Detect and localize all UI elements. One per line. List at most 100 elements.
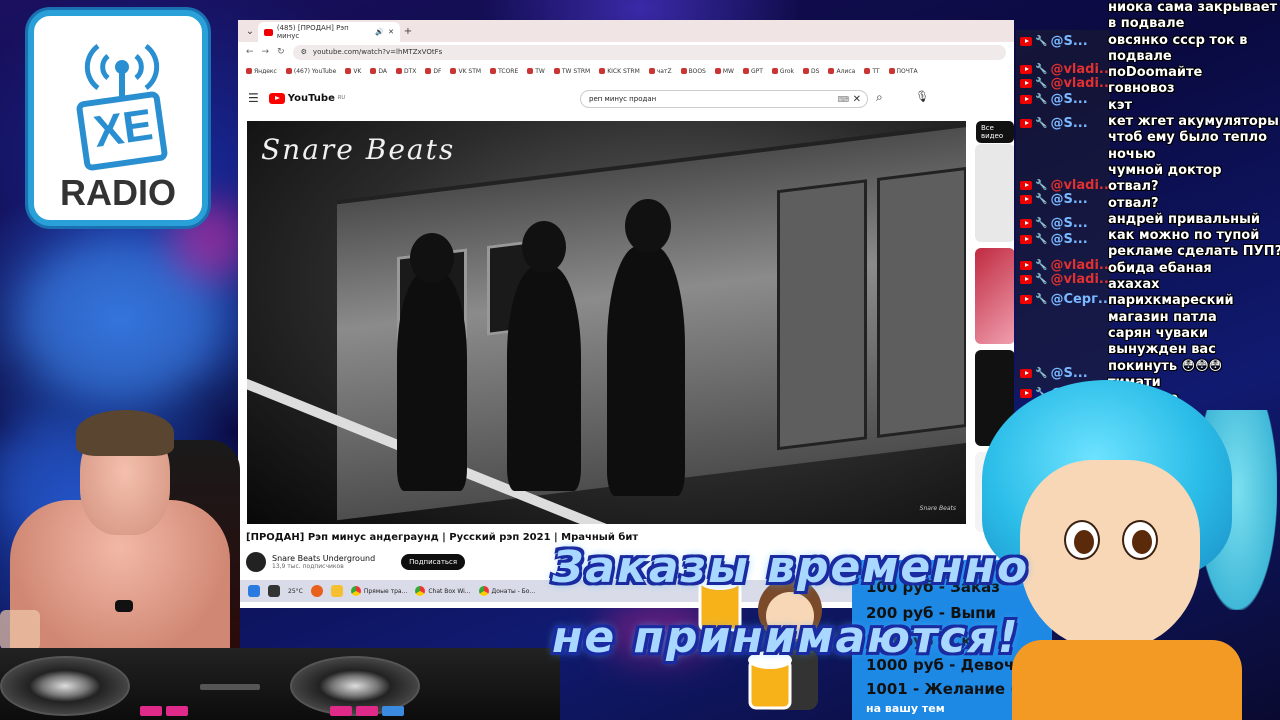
chat-author: 🔧 @vladi... [1020, 76, 1114, 91]
channel-name[interactable]: Snare Beats Underground [272, 554, 375, 563]
wrench-icon: 🔧 [1035, 274, 1048, 285]
youtube-play-icon [268, 92, 285, 104]
chat-author: 🔧 @vladi... [1020, 178, 1114, 193]
bookmark-item[interactable]: Grok [771, 68, 794, 75]
bookmark-icon [680, 68, 687, 74]
channel-row: Snare Beats Underground 13,9 тыс. подпис… [246, 552, 466, 572]
browser-window: ⌄ (485) [ПРОДАН] Рэп минус 🔊 ✕ + ← → ↻ ⚙… [238, 20, 1014, 608]
youtube-logo[interactable]: YouTube RU [268, 92, 345, 104]
bookmark-icon [828, 68, 835, 74]
bookmark-item[interactable]: DS [803, 68, 819, 75]
bookmark-item[interactable]: TW [527, 68, 545, 75]
chat-message: покинуть 😳😳😳 [1108, 358, 1223, 374]
bookmarks-bar: Яндекс (467) YouTube VK DA DTX DF VK STM TCORE T… [238, 62, 1014, 80]
bookmark-item[interactable]: MW [714, 68, 734, 75]
bookmark-item[interactable]: чатZ [648, 68, 672, 75]
recommended-thumbnail[interactable] [975, 144, 1014, 242]
bookmark-icon [527, 68, 534, 74]
speaker-icon[interactable]: 🔊 [375, 28, 384, 36]
new-tab-icon[interactable]: + [400, 22, 416, 42]
site-info-icon[interactable]: ⚙ [301, 48, 307, 56]
youtube-favicon-icon [264, 28, 273, 36]
chat-message: подвале [1108, 48, 1172, 64]
clear-search-icon[interactable]: ✕ [853, 94, 861, 105]
youtube-wordmark: YouTube [287, 92, 335, 104]
wrench-icon: 🔧 [1035, 36, 1048, 47]
chat-message: говновоз [1108, 81, 1175, 97]
bookmark-item[interactable]: KICK STRM [599, 68, 640, 75]
chat-message: отвал? [1108, 195, 1159, 211]
bookmark-item[interactable]: VK [345, 68, 361, 75]
chat-author: 🔧@S... [1020, 116, 1088, 131]
anime-eye-right [1122, 520, 1158, 560]
tab-youtube[interactable]: (485) [ПРОДАН] Рэп минус 🔊 ✕ [258, 22, 400, 42]
chat-message: рекламе сделать ПУП? [1108, 244, 1280, 260]
address-bar[interactable]: ⚙ youtube.com/watch?v=lhMTZxVOtFs [292, 44, 1006, 60]
chat-message: вынужден вас [1108, 342, 1216, 358]
bookmark-item[interactable]: Яндекс [246, 68, 277, 75]
tab-close-icon[interactable]: ✕ [388, 28, 394, 36]
recommended-thumbnail[interactable] [975, 248, 1014, 344]
chat-author-name: @vladi... [1050, 62, 1114, 77]
back-icon[interactable]: ← [246, 47, 254, 57]
wrench-icon: 🔧 [1035, 94, 1048, 105]
chat-message: сарян чуваки [1108, 325, 1208, 341]
chat-messages: ниока сама закрывает в подвале овсянко ссс… [1108, 0, 1280, 407]
filter-chip-all[interactable]: Все видео [976, 121, 1014, 143]
forward-icon[interactable]: → [262, 47, 270, 57]
bookmark-item[interactable]: TCORE [490, 68, 518, 75]
dj-controller [0, 648, 560, 720]
chat-author-name: @S... [1050, 192, 1088, 207]
url-text: youtube.com/watch?v=lhMTZxVOtFs [312, 48, 443, 56]
chat-message: магазин патла [1108, 309, 1217, 325]
bookmark-item[interactable]: ПОЧТА [888, 68, 918, 75]
youtube-icon [1020, 261, 1032, 270]
chat-message: кет жгет акумуляторы [1108, 114, 1279, 130]
bookmark-item[interactable]: DF [425, 68, 441, 75]
keyboard-icon[interactable]: ⌨ [837, 95, 849, 104]
taskbar-item[interactable]: Прямые тра... [350, 586, 407, 596]
bookmark-item[interactable]: DTX [395, 68, 416, 75]
price-item: на вашу тем [866, 702, 945, 715]
chat-author: 🔧@S... [1020, 34, 1088, 49]
chat-message: ночью [1108, 146, 1156, 162]
bookmark-item[interactable]: TW STRM [553, 68, 590, 75]
chat-message: парихкмареский [1108, 293, 1234, 309]
chat-author: 🔧 @vladi... [1020, 258, 1114, 273]
wrench-icon: 🔧 [1035, 218, 1048, 229]
bookmark-icon [803, 68, 810, 74]
chat-message: овсянко ссср ток в [1108, 32, 1248, 48]
chat-author-name: @S... [1050, 366, 1088, 381]
taskbar-item[interactable]: Chat Box Wi... [415, 586, 471, 596]
search-input[interactable]: реп минус продан ⌨ ✕ [580, 90, 868, 108]
mic-icon[interactable]: 🎙 [915, 90, 929, 103]
chat-author: 🔧@S... [1020, 192, 1088, 207]
wrench-icon: 🔧 [1035, 234, 1048, 245]
youtube-icon [1020, 65, 1032, 74]
search-query: реп минус продан [589, 95, 657, 103]
reload-icon[interactable]: ↻ [277, 47, 285, 57]
bookmark-icon [553, 68, 560, 74]
youtube-icon [1020, 235, 1032, 244]
wrench-icon: 🔧 [1035, 78, 1048, 89]
chat-author-name: @vladi... [1050, 258, 1114, 273]
subscribe-button[interactable]: Подписаться [401, 554, 466, 570]
tab-list-icon[interactable]: ⌄ [242, 22, 258, 42]
bookmark-item[interactable]: (467) YouTube [285, 68, 336, 75]
firefox-icon[interactable] [310, 585, 323, 597]
search-icon[interactable]: ⌕ [876, 90, 883, 105]
task-view-icon[interactable] [268, 585, 280, 597]
bookmark-item[interactable]: TT [864, 68, 880, 75]
bookmark-item[interactable]: DA [370, 68, 387, 75]
taskbar-item[interactable]: Донаты - Бо... [478, 586, 535, 596]
bookmark-item[interactable]: VK STM [450, 68, 481, 75]
orders-closed-line2: не принимаются! [552, 612, 1020, 663]
bookmark-item[interactable]: BOOS [680, 68, 706, 75]
video-player[interactable]: Snare Beats Snare Beats [247, 121, 966, 524]
bookmark-item[interactable]: GPT [742, 68, 763, 75]
bookmark-icon [285, 68, 292, 74]
bookmark-item[interactable]: Алиса [828, 68, 855, 75]
folder-icon[interactable] [330, 585, 343, 597]
menu-icon[interactable]: ☰ [248, 91, 259, 105]
anime-face [1020, 460, 1200, 650]
